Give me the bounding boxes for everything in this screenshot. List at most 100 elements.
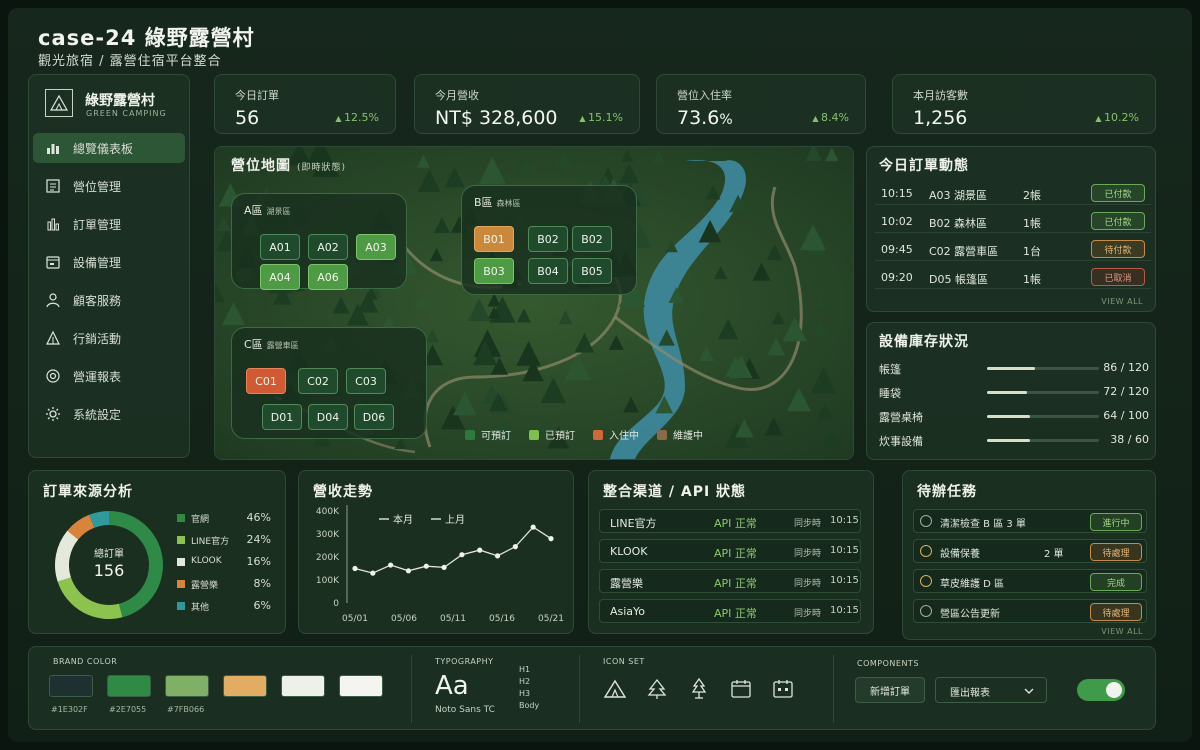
sidebar-item-5[interactable]: 行銷活動	[33, 323, 185, 353]
brand-name: 綠野露營村	[85, 93, 155, 109]
site-C02[interactable]: C02	[298, 368, 338, 394]
sidebar-item-4[interactable]: 顧客服務	[33, 285, 185, 315]
chart-legend-label: 上月	[445, 514, 465, 526]
order-qty: 2帳	[1023, 189, 1041, 202]
sidebar-item-label: 訂單管理	[73, 217, 122, 232]
api-status-text: API 正常	[714, 577, 757, 590]
sidebar-item-3[interactable]: 設備管理	[33, 247, 185, 277]
task-status-badge: 待處理	[1090, 603, 1142, 621]
task-row[interactable]: 設備保養 2 單 待處理	[913, 539, 1147, 563]
sidebar-item-0[interactable]: 總覽儀表板	[33, 133, 185, 163]
order-row[interactable]: 09:45 C02 露營車區 1台 待付款	[875, 239, 1151, 261]
task-checkbox[interactable]	[920, 515, 932, 527]
api-sync-label: 同步時	[794, 549, 822, 559]
sidebar-item-1[interactable]: 營位管理	[33, 171, 185, 201]
site-B02[interactable]: B02	[572, 226, 612, 252]
api-channel-row[interactable]: AsiaYo API 正常 同步時 10:15	[599, 599, 861, 623]
api-channel-name: 露營樂	[610, 577, 643, 590]
type-level: H3	[519, 689, 531, 698]
site-D01[interactable]: D01	[262, 404, 302, 430]
toggle-switch[interactable]	[1077, 679, 1125, 701]
source-percent: 6%	[253, 599, 271, 612]
legend-label: 入住中	[609, 431, 639, 442]
brand-color-swatch	[339, 675, 383, 697]
task-row[interactable]: 草皮維護 D 區 完成	[913, 569, 1147, 593]
legend-item: 維護中	[657, 427, 703, 442]
zone-2[interactable]: C區 露營車區 C01 C02 C03 D01 D04 D06	[231, 327, 427, 439]
orders-view-all-link[interactable]: VIEW ALL	[1101, 297, 1143, 306]
kpi-trend-value: 15.1%	[588, 111, 623, 124]
data-point	[512, 544, 518, 550]
typography-label: TYPOGRAPHY	[435, 657, 494, 666]
site-A02[interactable]: A02	[308, 234, 348, 260]
site-B03[interactable]: B03	[474, 258, 514, 284]
data-point	[494, 553, 501, 559]
site-B01[interactable]: B01	[474, 226, 514, 252]
task-checkbox[interactable]	[920, 545, 932, 557]
api-channel-row[interactable]: KLOOK API 正常 同步時 10:15	[599, 539, 861, 563]
x-tick-label: 05/21	[538, 614, 564, 624]
y-tick-label: 400K	[316, 507, 340, 517]
kpi-trend: ▲ 8.4%	[812, 111, 849, 124]
order-row[interactable]: 09:20 D05 帳篷區 1帳 已取消	[875, 267, 1151, 289]
brand-color-swatch	[107, 675, 151, 697]
tasks-view-all-link[interactable]: VIEW ALL	[1101, 627, 1143, 636]
kpi-trend: ▲ 12.5%	[335, 111, 379, 124]
toggle-knob	[1106, 682, 1122, 698]
api-status-text: API 正常	[714, 547, 757, 560]
site-D06[interactable]: D06	[354, 404, 394, 430]
task-checkbox[interactable]	[920, 575, 932, 587]
task-row[interactable]: 清潔檢查 B 區 3 單 進行中	[913, 509, 1147, 533]
api-sync-time: 10:15	[830, 575, 859, 586]
kpi-card[interactable]: 本月訪客數 1,256 ▲ 10.2%	[892, 74, 1156, 134]
zone-name: B區	[474, 196, 493, 209]
kpi-label: 本月訪客數	[913, 89, 968, 102]
export-report-select[interactable]: 匯出報表	[935, 677, 1047, 703]
legend-item: 已預訂	[529, 427, 575, 442]
brand-color-hex: #7FB066	[167, 705, 205, 714]
site-map-panel: A區 湖景區 A01 A02 A03 A04 A06 B區 森林區 B01 B02 B02 B03 B04…	[214, 146, 854, 460]
site-map[interactable]: A區 湖景區 A01 A02 A03 A04 A06 B區 森林區 B01 B02 B02 B03 B04…	[215, 147, 853, 459]
page-title: case-24 綠野露營村	[38, 26, 255, 50]
brand-color-swatch	[223, 675, 267, 697]
sidebar-item-2[interactable]: 訂單管理	[33, 209, 185, 239]
sidebar-item-7[interactable]: 系統設定	[33, 399, 185, 429]
site-D04[interactable]: D04	[308, 404, 348, 430]
site-A01[interactable]: A01	[260, 234, 300, 260]
site-B02[interactable]: B02	[528, 226, 568, 252]
kpi-card[interactable]: 今日訂單 56 ▲ 12.5%	[214, 74, 396, 134]
components-label: COMPONENTS	[857, 659, 919, 668]
site-B04[interactable]: B04	[528, 258, 568, 284]
site-C01[interactable]: C01	[246, 368, 286, 394]
api-channel-row[interactable]: LINE官方 API 正常 同步時 10:15	[599, 509, 861, 533]
task-status-badge: 完成	[1090, 573, 1142, 591]
order-row[interactable]: 10:15 A03 湖景區 2帳 已付款	[875, 183, 1151, 205]
inventory-bar-fill	[987, 391, 1028, 394]
inventory-value: 72 / 120	[1103, 385, 1149, 398]
source-label: KLOOK	[191, 556, 222, 566]
site-B05[interactable]: B05	[572, 258, 612, 284]
source-percent: 8%	[253, 577, 271, 590]
task-checkbox[interactable]	[920, 605, 932, 617]
source-swatch	[177, 602, 185, 610]
kpi-card[interactable]: 今月營收 NT$ 328,600 ▲ 15.1%	[414, 74, 640, 134]
new-order-button[interactable]: 新增訂單	[855, 677, 925, 703]
zone-0[interactable]: A區 湖景區 A01 A02 A03 A04 A06	[231, 193, 407, 290]
order-row[interactable]: 10:02 B02 森林區 1帳 已付款	[875, 211, 1151, 233]
sidebar-item-6[interactable]: 營運報表	[33, 361, 185, 391]
site-A03[interactable]: A03	[356, 234, 396, 260]
source-label: LINE官方	[191, 537, 230, 547]
source-percent: 46%	[246, 511, 271, 524]
source-swatch	[177, 536, 185, 544]
task-text: 草皮維護 D 區	[940, 579, 1005, 590]
api-channel-row[interactable]: 露營樂 API 正常 同步時 10:15	[599, 569, 861, 593]
zone-1[interactable]: B區 森林區 B01 B02 B02 B03 B04 B05	[461, 185, 637, 295]
task-row[interactable]: 營區公告更新 待處理	[913, 599, 1147, 623]
kpi-card[interactable]: 營位入住率 73.6% ▲ 8.4%	[656, 74, 866, 134]
trend-up-icon: ▲	[579, 114, 589, 123]
site-C03[interactable]: C03	[346, 368, 386, 394]
site-A06[interactable]: A06	[308, 264, 348, 290]
task-count: 2 單	[1044, 549, 1064, 560]
site-A04[interactable]: A04	[260, 264, 300, 290]
inventory-value: 38 / 60	[1110, 433, 1149, 446]
